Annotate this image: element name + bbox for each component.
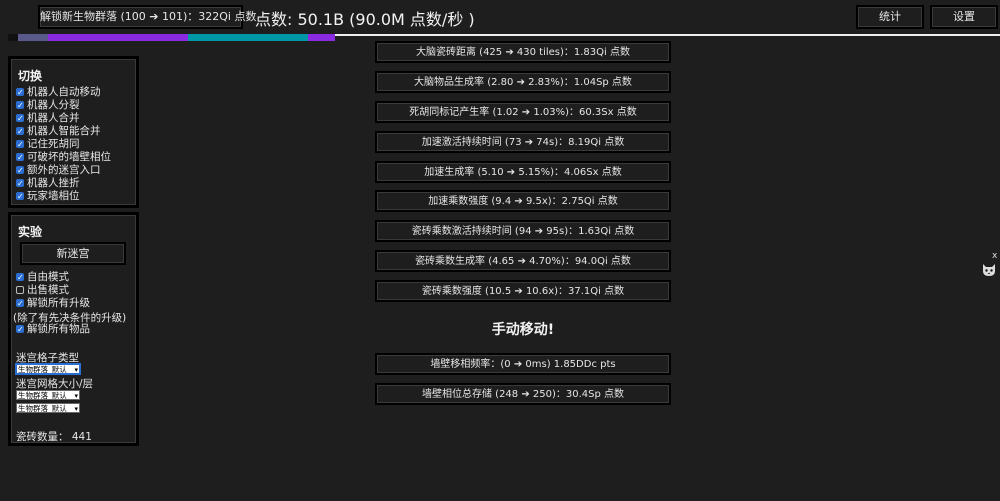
option-sell-mode[interactable]: 出售模式 [16, 284, 69, 297]
maze-strip-segment [308, 34, 335, 41]
upgrade-button[interactable]: 加速乘数强度 (9.4 ➔ 9.5x)：2.75Qi 点数 [375, 190, 671, 212]
option-label: 解锁所有物品 [27, 323, 90, 335]
cat-icon[interactable] [981, 261, 997, 277]
chevron-down-icon: ▾ [74, 405, 78, 413]
select-value: 生物群落_默认 [18, 404, 67, 413]
option-label: 出售模式 [27, 284, 69, 296]
toggles-title: 切换 [18, 69, 43, 83]
manual-move-title: 手动移动! [491, 322, 555, 338]
checkbox[interactable] [16, 271, 24, 284]
upgrade-button[interactable]: 大脑物品生成率 (2.80 ➔ 2.83%)：1.04Sp 点数 [375, 71, 671, 93]
toggles-panel: 切换 机器人自动移动 机器人分裂 机器人合并 机器人智能合并 记住死胡同 可破坏… [8, 56, 139, 208]
toggle-label: 机器人分裂 [27, 99, 80, 111]
maze-edge-line [335, 34, 1000, 36]
new-maze-button[interactable]: 新迷宫 [20, 242, 126, 265]
toggle-label: 机器人合并 [27, 112, 80, 124]
tile-count: 瓷砖数量： 441 [16, 431, 92, 443]
upgrade-button[interactable]: 加速激活持续时间 (73 ➔ 74s)：8.19Qi 点数 [375, 131, 671, 153]
toggle-robot-merge[interactable]: 机器人合并 [16, 112, 80, 125]
toggle-extra-maze-entrance[interactable]: 额外的迷宫入口 [16, 164, 101, 177]
upgrade-button[interactable]: 瓷砖乘数强度 (10.5 ➔ 10.6x)：37.1Qi 点数 [375, 280, 671, 302]
checkbox[interactable] [16, 86, 24, 99]
maze-strip-segment [48, 34, 188, 41]
checkbox[interactable] [16, 286, 24, 294]
score-display: 点数: 50.1B (90.0M 点数/秒 ) [255, 10, 475, 29]
toggle-label: 玩家墙相位 [27, 190, 80, 202]
toggle-label: 机器人自动移动 [27, 86, 101, 98]
upgrade-button[interactable]: 大脑瓷砖距离 (425 ➔ 430 tiles)：1.83Qi 点数 [375, 41, 671, 63]
checkbox[interactable] [16, 190, 24, 203]
maze-strip-segment [188, 34, 308, 41]
chevron-down-icon: ▾ [74, 392, 78, 400]
checkbox[interactable] [16, 164, 24, 177]
option-label: 自由模式 [27, 271, 69, 283]
toggle-label: 机器人智能合并 [27, 125, 101, 137]
toggle-robot-frustration[interactable]: 机器人挫折 [16, 177, 80, 190]
manual-upgrade-button[interactable]: 墙壁相位总存储 (248 ➔ 250)：30.4Sp 点数 [375, 383, 671, 405]
cell-type-select[interactable]: 生物群落_默认 ▾ [16, 364, 80, 374]
toggle-label: 记住死胡同 [27, 138, 80, 150]
option-unlock-all-upgrades[interactable]: 解锁所有升级 [16, 297, 90, 310]
checkbox[interactable] [16, 177, 24, 190]
option-free-mode[interactable]: 自由模式 [16, 271, 69, 284]
select-value: 生物群落_默认 [18, 365, 67, 374]
checkbox[interactable] [16, 112, 24, 125]
toggle-remember-dead-ends[interactable]: 记住死胡同 [16, 138, 80, 151]
chevron-down-icon: ▾ [74, 366, 78, 374]
maze-strip-segment [18, 34, 48, 41]
manual-upgrade-button[interactable]: 墙壁移相频率：(0 ➔ 0ms) 1.85DDc pts [375, 353, 671, 375]
option-label: 解锁所有升级 [27, 297, 90, 309]
toggle-robot-split[interactable]: 机器人分裂 [16, 99, 80, 112]
checkbox[interactable] [16, 323, 24, 336]
checkbox[interactable] [16, 297, 24, 310]
grid-size-select-1[interactable]: 生物群落_默认 ▾ [16, 390, 80, 400]
checkbox[interactable] [16, 125, 24, 138]
checkbox[interactable] [16, 99, 24, 112]
grid-size-select-2[interactable]: 生物群落_默认 ▾ [16, 403, 80, 413]
cell-type-label: 迷宫格子类型 [16, 352, 79, 364]
option-unlock-all-items[interactable]: 解锁所有物品 [16, 323, 90, 336]
checkbox[interactable] [16, 151, 24, 164]
grid-size-label: 迷宫网格大小/层 [16, 378, 94, 390]
maze-preview-strip[interactable] [8, 34, 335, 41]
upgrade-button[interactable]: 瓷砖乘数激活持续时间 (94 ➔ 95s)：1.63Qi 点数 [375, 220, 671, 242]
checkbox[interactable] [16, 138, 24, 151]
upgrade-button[interactable]: 死胡同标记产生率 (1.02 ➔ 1.03%)：60.3Sx 点数 [375, 101, 671, 123]
close-icon[interactable]: x [992, 251, 997, 261]
toggle-breakable-wall-phase[interactable]: 可破坏的墙壁相位 [16, 151, 111, 164]
stats-button[interactable]: 统计 [856, 5, 924, 29]
experiment-panel: 实验 新迷宫 自由模式 出售模式 解锁所有升级 (除了有先决条件的升级) 解锁所… [8, 212, 139, 446]
select-value: 生物群落_默认 [18, 391, 67, 400]
toggle-label: 可破坏的墙壁相位 [27, 151, 111, 163]
experiment-title: 实验 [18, 225, 43, 239]
upgrade-button[interactable]: 瓷砖乘数生成率 (4.65 ➔ 4.70%)：94.0Qi 点数 [375, 250, 671, 272]
toggle-label: 额外的迷宫入口 [27, 164, 101, 176]
toggle-player-wall-phase[interactable]: 玩家墙相位 [16, 190, 80, 203]
unlock-biome-button[interactable]: 解锁新生物群落 (100 ➔ 101)：322Qi 点数 [38, 5, 257, 29]
settings-button[interactable]: 设置 [930, 5, 998, 29]
upgrade-button[interactable]: 加速生成率 (5.10 ➔ 5.15%)：4.06Sx 点数 [375, 161, 671, 183]
toggle-robot-smart-merge[interactable]: 机器人智能合并 [16, 125, 101, 138]
toggle-label: 机器人挫折 [27, 177, 80, 189]
toggle-robot-auto-move[interactable]: 机器人自动移动 [16, 86, 101, 99]
top-bar: 解锁新生物群落 (100 ➔ 101)：322Qi 点数 点数: 50.1B (… [0, 0, 1000, 34]
